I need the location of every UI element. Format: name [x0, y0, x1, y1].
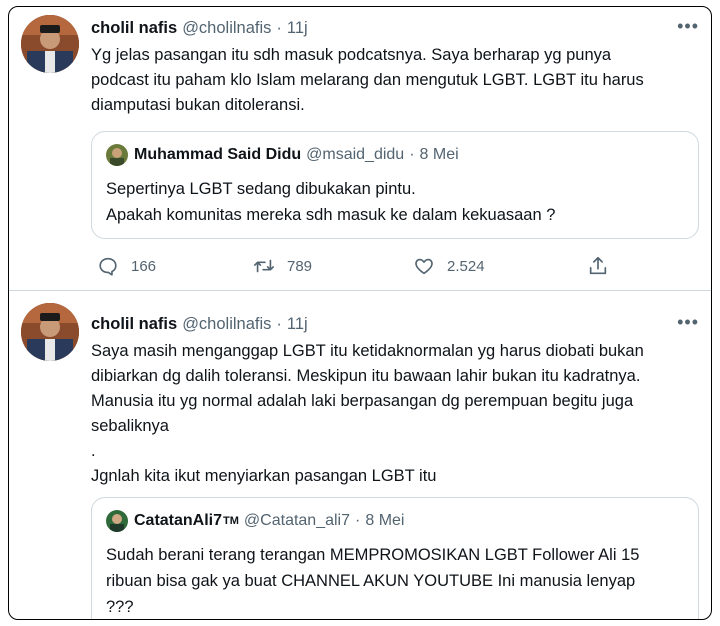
- tweet[interactable]: cholil nafis @cholilnafis · 11j ••• Yg j…: [9, 7, 711, 291]
- quoted-tweet[interactable]: CatatanAli7 TM @Catatan_ali7 · 8 Mei Sud…: [91, 497, 699, 619]
- tweet-text-line: dibiarkan dg dalih toleransi. Meskipun i…: [91, 367, 641, 385]
- author-handle[interactable]: @cholilnafis: [182, 315, 271, 334]
- timestamp[interactable]: 11j: [287, 315, 308, 334]
- quoted-text-line: Apakah komunitas mereka sdh masuk ke dal…: [106, 206, 556, 224]
- timestamp[interactable]: 11j: [287, 19, 308, 38]
- quoted-timestamp: 8 Mei: [419, 146, 459, 163]
- tweet-header: cholil nafis @cholilnafis · 11j: [91, 19, 308, 38]
- tweet-header: cholil nafis @cholilnafis · 11j: [91, 315, 308, 334]
- quoted-text-line: ???: [106, 598, 134, 616]
- tweet-text: Saya masih menganggap LGBT itu ketidakno…: [91, 339, 697, 489]
- author-name[interactable]: cholil nafis: [91, 315, 177, 334]
- author-name[interactable]: cholil nafis: [91, 19, 177, 38]
- heart-icon: [415, 258, 433, 275]
- separator: ·: [355, 512, 361, 529]
- tweet-text-line: podcast itu paham klo Islam melarang dan…: [91, 71, 644, 89]
- quoted-tweet-header: CatatanAli7 TM @Catatan_ali7 · 8 Mei: [106, 510, 404, 532]
- tweet-text-line: Yg jelas pasangan itu sdh masuk podcatsn…: [91, 46, 612, 64]
- share-button[interactable]: [587, 255, 621, 277]
- more-icon[interactable]: •••: [677, 313, 699, 331]
- tweet-text-line: diamputasi bukan ditoleransi.: [91, 96, 305, 114]
- quoted-author-handle: @msaid_didu: [306, 146, 405, 163]
- share-icon: [589, 256, 607, 275]
- avatar[interactable]: [21, 15, 79, 73]
- quoted-author-suffix: TM: [223, 515, 239, 527]
- quoted-timestamp: 8 Mei: [365, 512, 405, 529]
- like-button[interactable]: 2.524: [413, 255, 485, 277]
- separator: ·: [409, 146, 415, 163]
- tweets-screenshot: cholil nafis @cholilnafis · 11j ••• Yg j…: [8, 6, 712, 620]
- retweet-button[interactable]: 789: [253, 255, 312, 277]
- tweet[interactable]: cholil nafis @cholilnafis · 11j ••• Saya…: [9, 293, 711, 619]
- tweet-text-line: .: [91, 442, 96, 460]
- quoted-tweet-header: Muhammad Said Didu @msaid_didu · 8 Mei: [106, 144, 459, 166]
- more-icon[interactable]: •••: [677, 17, 699, 35]
- tweet-text-line: Manusia itu yg normal adalah laki berpas…: [91, 392, 634, 410]
- tweet-text: Yg jelas pasangan itu sdh masuk podcatsn…: [91, 43, 697, 118]
- quoted-text-line: ribuan bisa gak ya buat CHANNEL AKUN YOU…: [106, 572, 636, 590]
- separator: ·: [276, 315, 282, 333]
- quoted-author-name: CatatanAli7: [134, 512, 223, 529]
- reply-button[interactable]: 166: [97, 255, 156, 277]
- quoted-author-handle: @Catatan_ali7: [243, 512, 351, 529]
- retweet-count: 789: [287, 257, 313, 275]
- tweet-text-line: Saya masih menganggap LGBT itu ketidakno…: [91, 342, 644, 360]
- quoted-author-name: Muhammad Said Didu: [134, 146, 302, 163]
- tweet-text-line: Jgnlah kita ikut menyiarkan pasangan LGB…: [91, 467, 437, 485]
- retweet-icon: [254, 259, 274, 273]
- quoted-tweet[interactable]: Muhammad Said Didu @msaid_didu · 8 Mei S…: [91, 131, 699, 239]
- tweet-text-line: sebaliknya: [91, 417, 169, 435]
- reply-icon: [99, 257, 117, 276]
- quoted-avatar: [106, 510, 128, 532]
- author-handle[interactable]: @cholilnafis: [182, 19, 271, 38]
- quoted-text-line: Sudah berani terang terangan MEMPROMOSIK…: [106, 546, 640, 564]
- like-count: 2.524: [447, 257, 485, 275]
- separator: ·: [276, 19, 282, 37]
- quoted-tweet-text: Sudah berani terang terangan MEMPROMOSIK…: [106, 542, 686, 619]
- quoted-text-line: Sepertinya LGBT sedang dibukakan pintu.: [106, 180, 416, 198]
- quoted-tweet-text: Sepertinya LGBT sedang dibukakan pintu. …: [106, 176, 686, 228]
- avatar[interactable]: [21, 303, 79, 361]
- tweet-actions: 166 789 2.524: [91, 255, 611, 279]
- reply-count: 166: [131, 257, 157, 275]
- quoted-avatar: [106, 144, 128, 166]
